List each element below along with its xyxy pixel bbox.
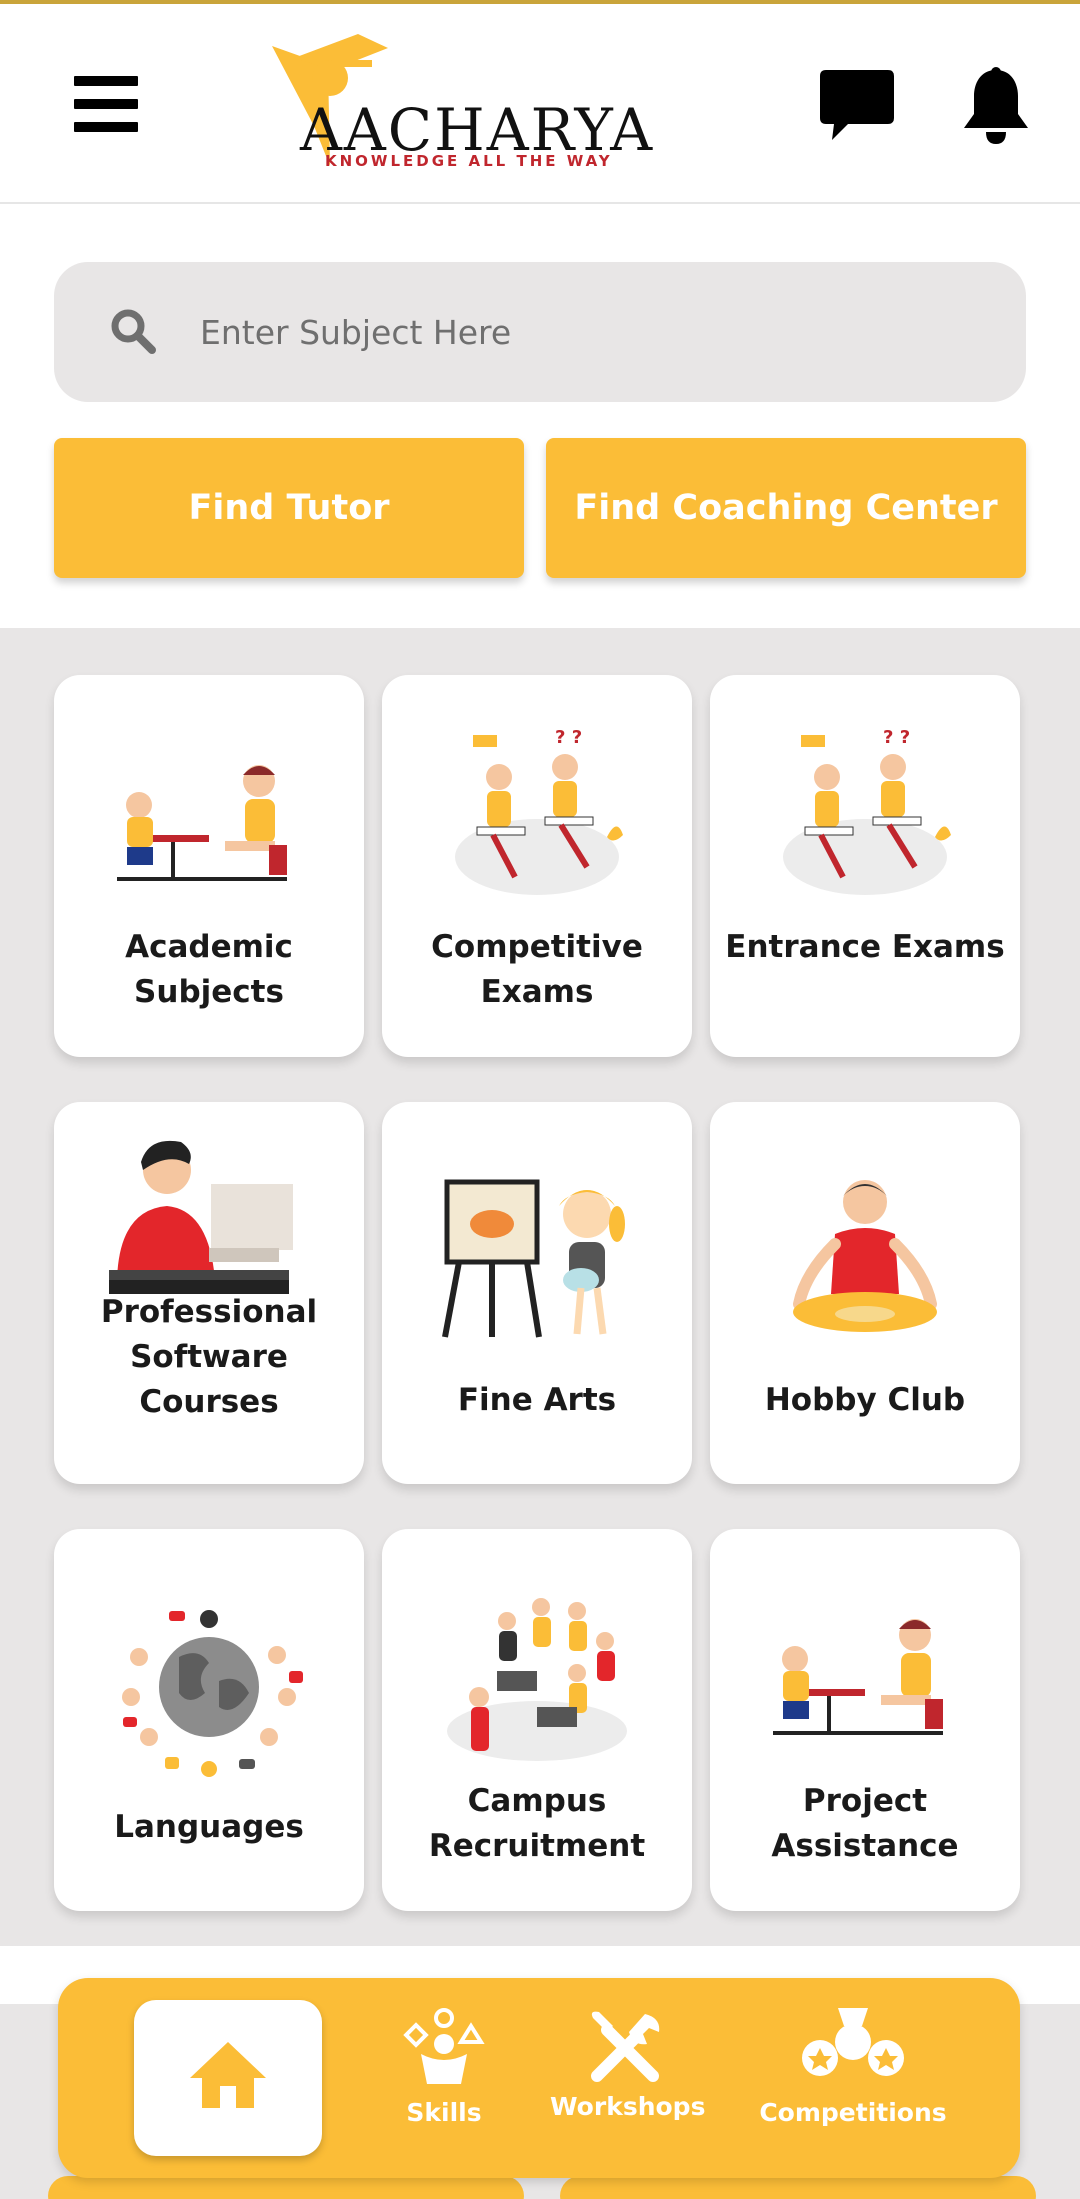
category-label: Project Assistance <box>771 1783 959 1864</box>
svg-text:? ?: ? ? <box>883 727 910 748</box>
logo-tagline: KNOWLEDGE ALL THE WAY <box>325 152 613 170</box>
nav-workshops-button[interactable]: Workshops <box>550 2008 706 2121</box>
workshops-icon <box>591 2011 660 2082</box>
category-label: Entrance Exams <box>725 929 1005 965</box>
meeting-group-illustration <box>447 1598 627 1761</box>
category-card-hobby-club[interactable]: Hobby Club <box>710 1102 1020 1484</box>
category-label: Professional Software Courses <box>100 1294 318 1420</box>
app-logo: AACHARYA KNOWLEDGE ALL THE WAY <box>270 26 652 176</box>
search-input[interactable] <box>200 298 980 366</box>
nav-home-button[interactable] <box>134 2000 322 2156</box>
app-header: AACHARYA KNOWLEDGE ALL THE WAY <box>0 4 1080 204</box>
category-label: Fine Arts <box>457 1382 617 1418</box>
content-card-peek[interactable] <box>560 2176 1036 2199</box>
tutor-student-illustration <box>773 1619 943 1735</box>
category-card-project-assistance[interactable]: Project Assistance <box>710 1529 1020 1911</box>
category-label: Hobby Club <box>764 1382 966 1418</box>
chat-bubble-icon[interactable] <box>818 68 896 144</box>
category-label: Languages <box>114 1809 304 1845</box>
yoga-meditation-illustration <box>793 1180 937 1332</box>
nav-label: Skills <box>406 2098 482 2127</box>
nav-label: Workshops <box>550 2092 706 2121</box>
category-card-entrance-exams[interactable]: ? ? Entrance Exams <box>710 675 1020 1057</box>
home-icon <box>190 2042 266 2108</box>
hamburger-icon[interactable] <box>74 76 138 132</box>
category-card-languages[interactable]: Languages <box>54 1529 364 1911</box>
computer-user-illustration <box>109 1140 293 1294</box>
category-card-professional-software-courses[interactable]: Professional Software Courses <box>54 1102 364 1484</box>
category-card-academic-subjects[interactable]: Academic Subjects <box>54 675 364 1057</box>
exam-students-illustration: ? ? <box>783 727 951 895</box>
find-tutor-button[interactable]: Find Tutor <box>54 438 524 578</box>
skills-icon <box>403 2008 485 2084</box>
category-label: Academic Subjects <box>125 929 293 1010</box>
painter-girl-illustration <box>442 1179 625 1338</box>
nav-skills-button[interactable]: Skills <box>394 2008 494 2127</box>
competitions-medals-icon <box>802 2008 904 2076</box>
content-card-peek[interactable] <box>48 2176 524 2199</box>
tutor-student-illustration <box>117 765 287 881</box>
exam-students-illustration: ? ? <box>455 727 623 895</box>
nav-label: Competitions <box>759 2098 947 2127</box>
bell-icon[interactable] <box>960 66 1032 146</box>
category-card-competitive-exams[interactable]: ? ? Competitive Exams <box>382 675 692 1057</box>
category-grid: Academic Subjects ? ? Competitive Exams <box>0 628 1080 1946</box>
bottom-navigation: Skills Workshops Competitions <box>58 1978 1020 2178</box>
find-coaching-center-button[interactable]: Find Coaching Center <box>546 438 1026 578</box>
category-card-fine-arts[interactable]: Fine Arts <box>382 1102 692 1484</box>
search-icon <box>111 309 156 354</box>
globe-people-illustration <box>122 1610 303 1777</box>
nav-competitions-button[interactable]: Competitions <box>758 2008 948 2127</box>
svg-text:? ?: ? ? <box>555 727 582 748</box>
search-bar[interactable] <box>54 262 1026 402</box>
category-card-campus-recruitment[interactable]: Campus Recruitment <box>382 1529 692 1911</box>
category-label: Competitive Exams <box>431 929 643 1010</box>
category-label: Campus Recruitment <box>428 1783 646 1864</box>
